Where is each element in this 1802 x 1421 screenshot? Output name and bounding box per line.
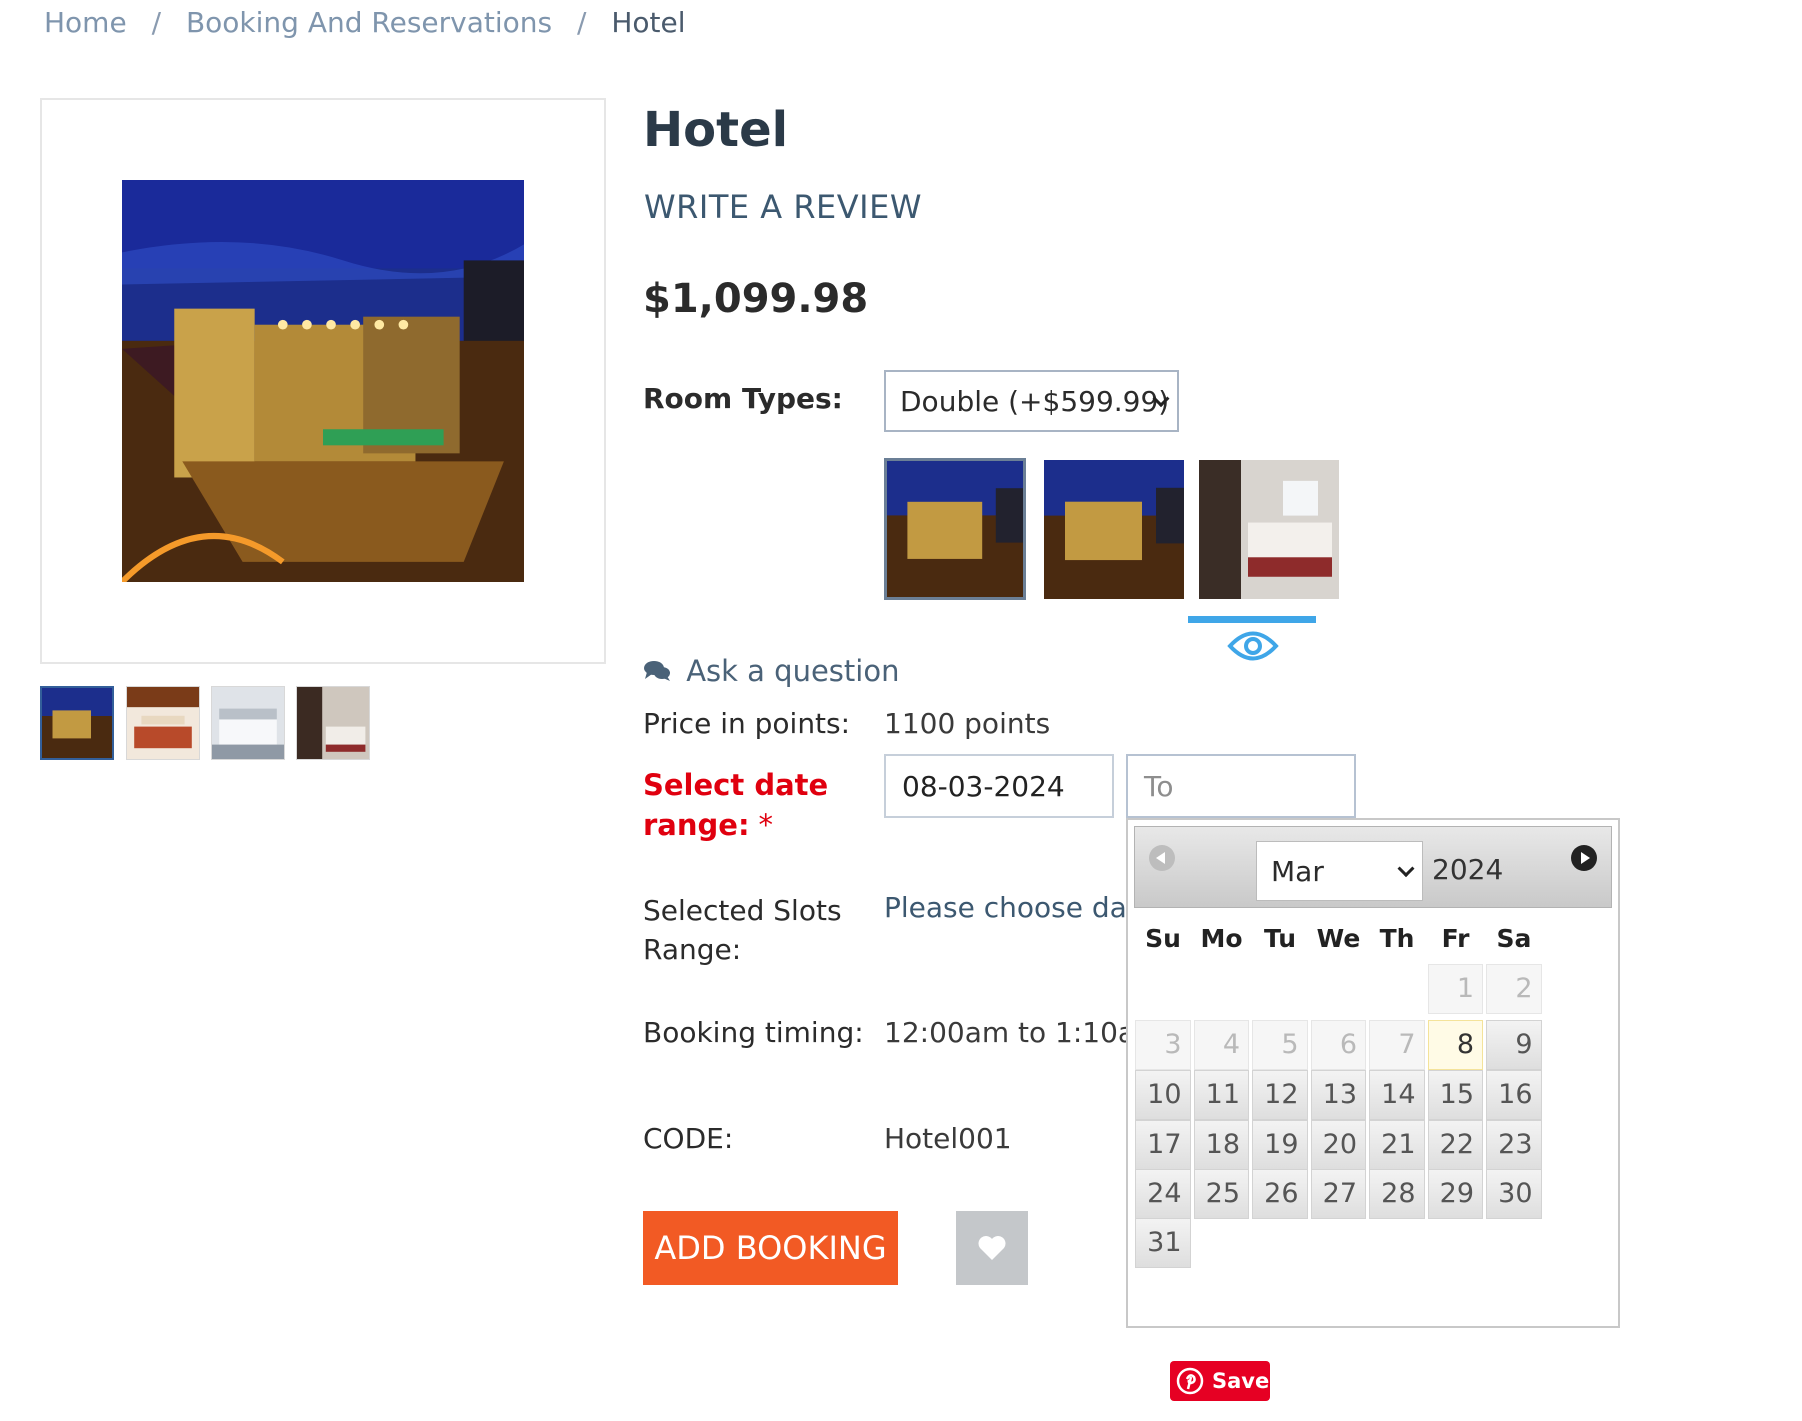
main-product-image[interactable]	[122, 180, 524, 582]
calendar-day[interactable]: 23	[1486, 1120, 1542, 1170]
calendar-day: 7	[1369, 1020, 1425, 1070]
calendar-day[interactable]: 9	[1486, 1020, 1542, 1070]
gallery-thumbnail-3[interactable]	[211, 686, 285, 760]
price-points-label: Price in points:	[643, 707, 851, 740]
weekday-header: Su	[1145, 924, 1181, 953]
gallery-thumbnail-4[interactable]	[296, 686, 370, 760]
calendar-day[interactable]: 30	[1486, 1169, 1542, 1219]
heart-icon	[978, 1236, 1006, 1260]
gallery-thumbnail-2[interactable]	[126, 686, 200, 760]
calendar-day[interactable]: 15	[1427, 1070, 1483, 1120]
breadcrumb-separator: /	[151, 6, 162, 39]
main-image-frame	[40, 98, 606, 664]
weekday-header: Th	[1379, 924, 1415, 953]
price-points-value: 1100 points	[884, 707, 1051, 740]
weekday-header: We	[1316, 924, 1361, 953]
code-value: Hotel001	[884, 1122, 1012, 1155]
breadcrumb-separator: /	[577, 6, 587, 39]
calendar-day: 2	[1486, 964, 1542, 1014]
room-variant-thumbnail-3[interactable]	[1199, 460, 1339, 599]
calendar-day[interactable]: 18	[1193, 1120, 1249, 1170]
breadcrumb-category[interactable]: Booking And Reservations	[186, 6, 552, 39]
calendar-day[interactable]: 28	[1369, 1169, 1425, 1219]
calendar-day[interactable]: 26	[1252, 1169, 1308, 1219]
date-to-input[interactable]: To	[1126, 754, 1356, 818]
room-type-selected-value: Double (+$599.99)	[900, 384, 1170, 418]
booking-timing-label: Booking timing:	[643, 1016, 864, 1049]
calendar-day[interactable]: 20	[1310, 1120, 1366, 1170]
room-types-label: Room Types:	[643, 382, 843, 415]
date-from-input[interactable]: 08-03-2024	[884, 754, 1114, 818]
calendar-day[interactable]: 13	[1310, 1070, 1366, 1120]
weekday-header: Sa	[1496, 924, 1532, 953]
calendar-day: 1	[1427, 964, 1483, 1014]
room-variant-thumbnail-1[interactable]	[884, 458, 1026, 600]
write-review-link[interactable]: WRITE A REVIEW	[644, 188, 922, 226]
calendar-day[interactable]: 31	[1135, 1218, 1191, 1268]
date-range-label-text: Select date range:	[643, 768, 829, 842]
datepicker-popup: Mar 2024 Su Mo Tu We Th Fr Sa 1 2 3 4 5 6 7 8 9 10 11 12 13…	[1126, 818, 1620, 1328]
date-range-label: Select date range: *	[643, 765, 843, 845]
calendar-day[interactable]: 14	[1369, 1070, 1425, 1120]
ask-question-label: Ask a question	[686, 654, 900, 688]
calendar-day[interactable]: 24	[1135, 1169, 1191, 1219]
selected-slots-label: Selected Slots Range:	[643, 894, 842, 966]
calendar-day[interactable]: 10	[1135, 1070, 1191, 1120]
next-month-icon[interactable]	[1571, 845, 1597, 871]
breadcrumb-current: Hotel	[611, 6, 686, 39]
calendar-day[interactable]: 12	[1252, 1070, 1308, 1120]
calendar-day[interactable]: 19	[1252, 1120, 1308, 1170]
calendar-day[interactable]: 11	[1193, 1070, 1249, 1120]
calendar-day[interactable]: 8	[1427, 1020, 1483, 1070]
add-booking-button[interactable]: ADD BOOKING	[643, 1211, 898, 1285]
calendar-day: 6	[1310, 1020, 1366, 1070]
product-title: Hotel	[643, 102, 789, 158]
calendar-day[interactable]: 17	[1135, 1120, 1191, 1170]
calendar-year: 2024	[1432, 853, 1504, 886]
breadcrumb-home[interactable]: Home	[44, 6, 127, 39]
weekday-header: Fr	[1441, 924, 1470, 953]
wishlist-button[interactable]	[956, 1211, 1028, 1285]
breadcrumb: Home / Booking And Reservations / Hotel	[44, 6, 686, 39]
calendar-day[interactable]: 29	[1427, 1169, 1483, 1219]
preview-indicator-bar	[1188, 616, 1316, 623]
code-label: CODE:	[643, 1122, 734, 1155]
calendar-day[interactable]: 21	[1369, 1120, 1425, 1170]
calendar-day[interactable]: 25	[1193, 1169, 1249, 1219]
weekday-header: Tu	[1263, 924, 1297, 953]
prev-month-icon[interactable]	[1149, 845, 1175, 871]
month-select[interactable]: Mar	[1256, 841, 1423, 901]
ask-question-link[interactable]: Ask a question	[643, 654, 899, 690]
gallery-thumbnail-1[interactable]	[40, 686, 114, 760]
pinterest-save-label: Save	[1212, 1369, 1270, 1393]
pinterest-save-button[interactable]: Save	[1170, 1361, 1270, 1401]
eye-icon[interactable]	[1227, 627, 1279, 665]
calendar-day: 4	[1193, 1020, 1249, 1070]
chevron-down-icon	[1397, 860, 1415, 878]
calendar-day[interactable]: 22	[1427, 1120, 1483, 1170]
calendar-day: 5	[1252, 1020, 1308, 1070]
chat-bubbles-icon	[643, 656, 671, 690]
selected-slots-value: Please choose date	[884, 891, 1126, 924]
booking-timing-value: 12:00am to 1:10am	[884, 1016, 1126, 1049]
month-selected-value: Mar	[1271, 854, 1324, 888]
weekday-header: Mo	[1200, 924, 1243, 953]
room-variant-thumbnail-2[interactable]	[1044, 460, 1184, 599]
room-type-select[interactable]: Double (+$599.99)	[884, 370, 1179, 432]
datepicker-header: Mar 2024	[1134, 826, 1612, 908]
product-price: $1,099.98	[643, 276, 869, 322]
calendar-day: 3	[1135, 1020, 1191, 1070]
calendar-day[interactable]: 27	[1310, 1169, 1366, 1219]
pinterest-icon	[1176, 1367, 1204, 1395]
calendar-day[interactable]: 16	[1486, 1070, 1542, 1120]
required-asterisk: *	[758, 808, 773, 842]
